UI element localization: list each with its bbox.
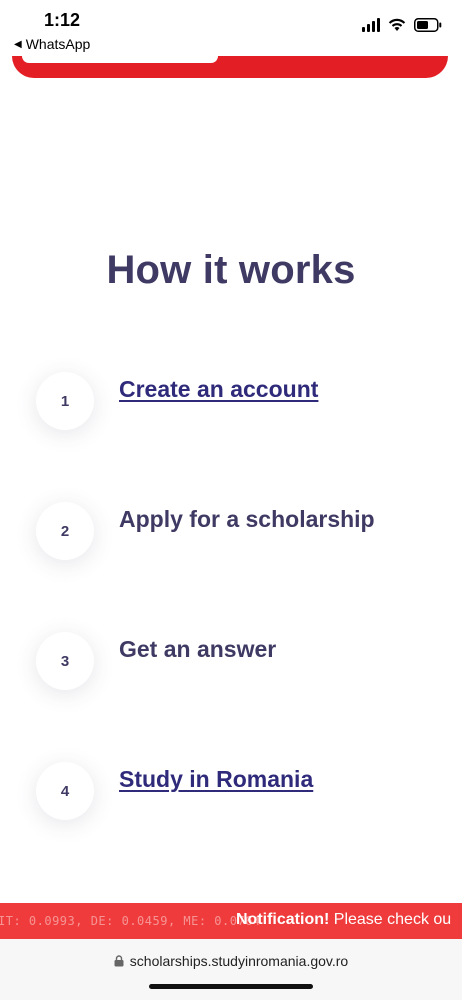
battery-icon — [414, 18, 442, 32]
create-account-link[interactable]: Create an account — [119, 376, 318, 403]
step-4: 4 Study in Romania — [0, 730, 462, 850]
study-in-romania-link[interactable]: Study in Romania — [119, 766, 313, 793]
status-icons — [362, 18, 442, 32]
ticker-notification-text: Please check ou — [329, 911, 452, 928]
step-label: Apply for a scholarship — [119, 506, 375, 532]
step-number-badge: 4 — [36, 762, 94, 820]
lock-icon — [114, 955, 124, 967]
step-label: Get an answer — [119, 636, 277, 662]
status-bar: 1:12 ◀ WhatsApp — [0, 0, 462, 56]
step-2: 2 Apply for a scholarship — [0, 470, 462, 590]
step-1: 1 Create an account — [0, 340, 462, 460]
back-app-label: WhatsApp — [25, 36, 91, 52]
section-title: How it works — [106, 248, 356, 292]
step-number-badge: 3 — [36, 632, 94, 690]
back-triangle-icon: ◀ — [14, 38, 22, 50]
step-3: 3 Get an answer — [0, 600, 462, 720]
wifi-icon — [388, 18, 406, 32]
back-to-app-button[interactable]: ◀ WhatsApp — [14, 36, 90, 52]
step-number-badge: 2 — [36, 502, 94, 560]
hero-banner — [12, 56, 448, 78]
clock: 1:12 — [44, 10, 81, 30]
ticker-notification-bold: Notification! — [236, 911, 330, 928]
ticker-notification: Notification! Please check ou — [236, 911, 451, 929]
notification-ticker[interactable]: IT: 0.0993, DE: 0.0459, ME: 0.0764 Notif… — [0, 903, 462, 939]
url-display[interactable]: scholarships.studyinromania.gov.ro — [0, 953, 462, 969]
cellular-signal-icon — [362, 18, 380, 32]
step-number-badge: 1 — [36, 372, 94, 430]
hero-input-edge — [22, 56, 218, 63]
url-text: scholarships.studyinromania.gov.ro — [129, 953, 349, 969]
ticker-faded-text: IT: 0.0993, DE: 0.0459, ME: 0.0764 — [0, 914, 261, 928]
browser-address-bar[interactable]: scholarships.studyinromania.gov.ro — [0, 939, 462, 1000]
home-indicator[interactable] — [149, 984, 313, 989]
